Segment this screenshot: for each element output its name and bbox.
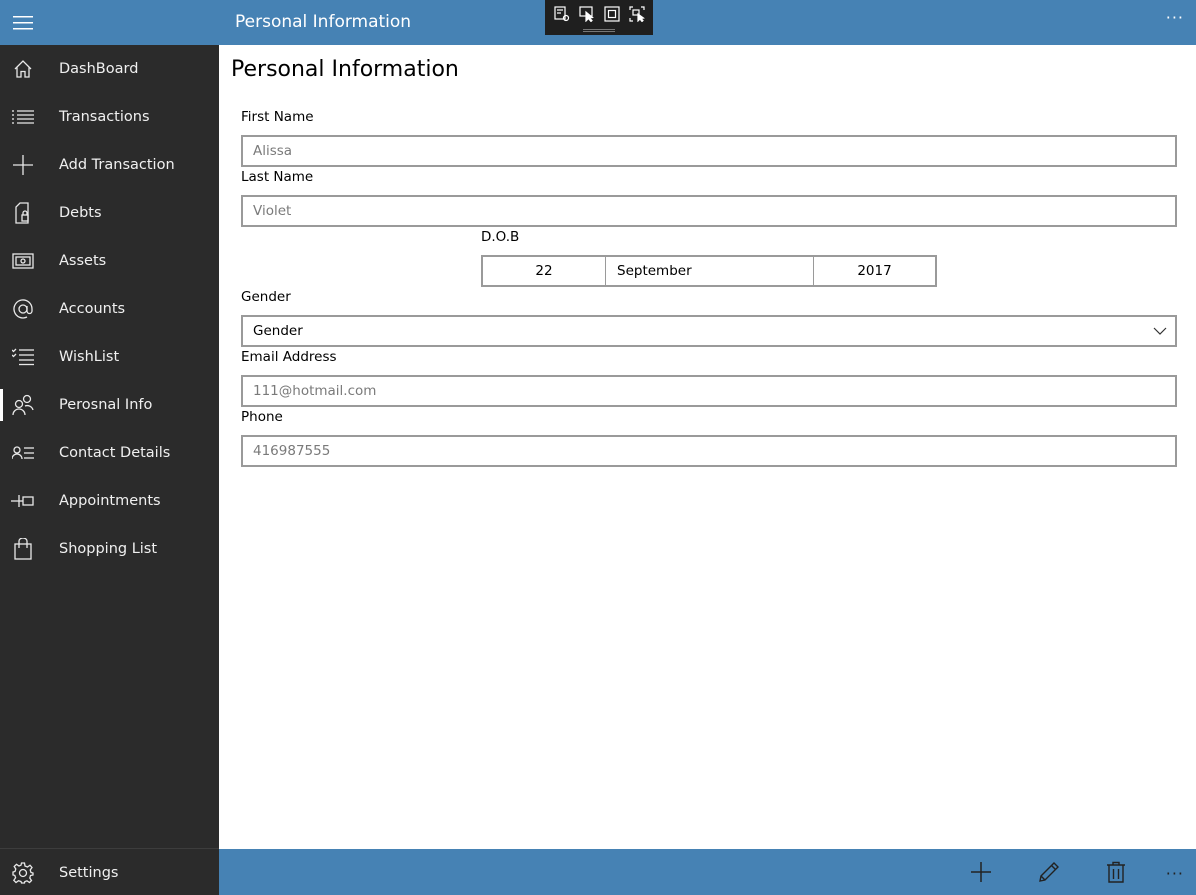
dob-month[interactable]: September	[606, 257, 814, 285]
nav-label-transactions: Transactions	[59, 109, 150, 125]
pin-icon	[0, 477, 46, 525]
nav-item-personal-info[interactable]: Perosnal Info	[0, 381, 219, 429]
checklist-icon	[0, 333, 46, 381]
email-label: Email Address	[241, 349, 337, 365]
gender-select[interactable]: Gender	[241, 315, 1177, 347]
add-button[interactable]	[969, 860, 993, 884]
page-title: Personal Information	[231, 57, 459, 82]
last-name-label: Last Name	[241, 169, 314, 185]
shopping-bag-icon	[0, 525, 46, 573]
nav-item-assets[interactable]: Assets	[0, 237, 219, 285]
first-name-label: First Name	[241, 109, 314, 125]
more-options-button[interactable]: ···	[1166, 8, 1184, 27]
hamburger-menu-button[interactable]	[0, 0, 45, 45]
edit-pencil-icon	[1039, 862, 1059, 882]
dob-year[interactable]: 2017	[814, 257, 935, 285]
list-icon	[0, 93, 46, 141]
edit-button[interactable]	[1037, 860, 1061, 884]
gender-select-value: Gender	[253, 323, 303, 339]
gender-label: Gender	[241, 289, 291, 305]
dob-date-picker[interactable]: 22 September 2017	[481, 255, 937, 287]
contact-list-icon	[0, 429, 46, 477]
nav-label-personal-info: Perosnal Info	[59, 397, 153, 413]
nav-label-wishlist: WishList	[59, 349, 120, 365]
document-lock-icon	[0, 189, 46, 237]
nav-label-appointments: Appointments	[59, 493, 161, 509]
email-field[interactable]	[241, 375, 1177, 407]
last-name-field[interactable]	[241, 195, 1177, 227]
nav-item-dashboard[interactable]: DashBoard	[0, 45, 219, 93]
track-focus-button[interactable]	[627, 4, 647, 24]
nav-label-assets: Assets	[59, 253, 107, 269]
nav-item-appointments[interactable]: Appointments	[0, 477, 219, 525]
command-bar-more-button[interactable]: ···	[1166, 864, 1184, 883]
first-name-field[interactable]	[241, 135, 1177, 167]
nav-item-contact-details[interactable]: Contact Details	[0, 429, 219, 477]
cursor-select-icon	[578, 6, 594, 22]
dob-label: D.O.B	[481, 229, 520, 245]
nav-label-settings: Settings	[59, 865, 119, 881]
plus-icon	[0, 141, 46, 189]
dob-day[interactable]: 22	[483, 257, 606, 285]
gear-icon	[0, 849, 46, 895]
command-bar: ···	[219, 849, 1196, 895]
nav-label-shopping-list: Shopping List	[59, 541, 158, 557]
delete-trash-icon	[1107, 861, 1125, 883]
home-icon	[0, 45, 46, 93]
track-focus-icon	[628, 6, 645, 22]
visual-tree-icon	[553, 6, 569, 22]
at-sign-icon	[0, 285, 46, 333]
nav-label-add-transaction: Add Transaction	[59, 157, 175, 173]
nav-label-dashboard: DashBoard	[59, 61, 139, 77]
add-icon	[971, 862, 991, 882]
money-icon	[0, 237, 46, 285]
delete-button[interactable]	[1104, 860, 1128, 884]
nav-item-shopping-list[interactable]: Shopping List	[0, 525, 219, 573]
nav-item-transactions[interactable]: Transactions	[0, 93, 219, 141]
nav-item-accounts[interactable]: Accounts	[0, 285, 219, 333]
chevron-down-icon	[1153, 327, 1167, 335]
live-visual-tree-button[interactable]	[552, 4, 572, 24]
nav-item-add-transaction[interactable]: Add Transaction	[0, 141, 219, 189]
nav-label-contact-details: Contact Details	[59, 445, 171, 461]
debug-toolbar-grip[interactable]	[583, 29, 615, 32]
hamburger-icon	[12, 15, 33, 29]
app-title: Personal Information	[235, 12, 412, 32]
nav-label-accounts: Accounts	[59, 301, 126, 317]
nav-label-debts: Debts	[59, 205, 102, 221]
navigation-pane: DashBoard Transactions Add Transaction D…	[0, 45, 219, 895]
phone-label: Phone	[241, 409, 283, 425]
select-element-button[interactable]	[577, 4, 597, 24]
adorner-icon	[603, 6, 620, 22]
phone-field[interactable]	[241, 435, 1177, 467]
nav-item-debts[interactable]: Debts	[0, 189, 219, 237]
display-layout-adorners-button[interactable]	[602, 4, 622, 24]
nav-item-wishlist[interactable]: WishList	[0, 333, 219, 381]
people-icon	[0, 381, 46, 429]
nav-item-settings[interactable]: Settings	[0, 849, 219, 895]
